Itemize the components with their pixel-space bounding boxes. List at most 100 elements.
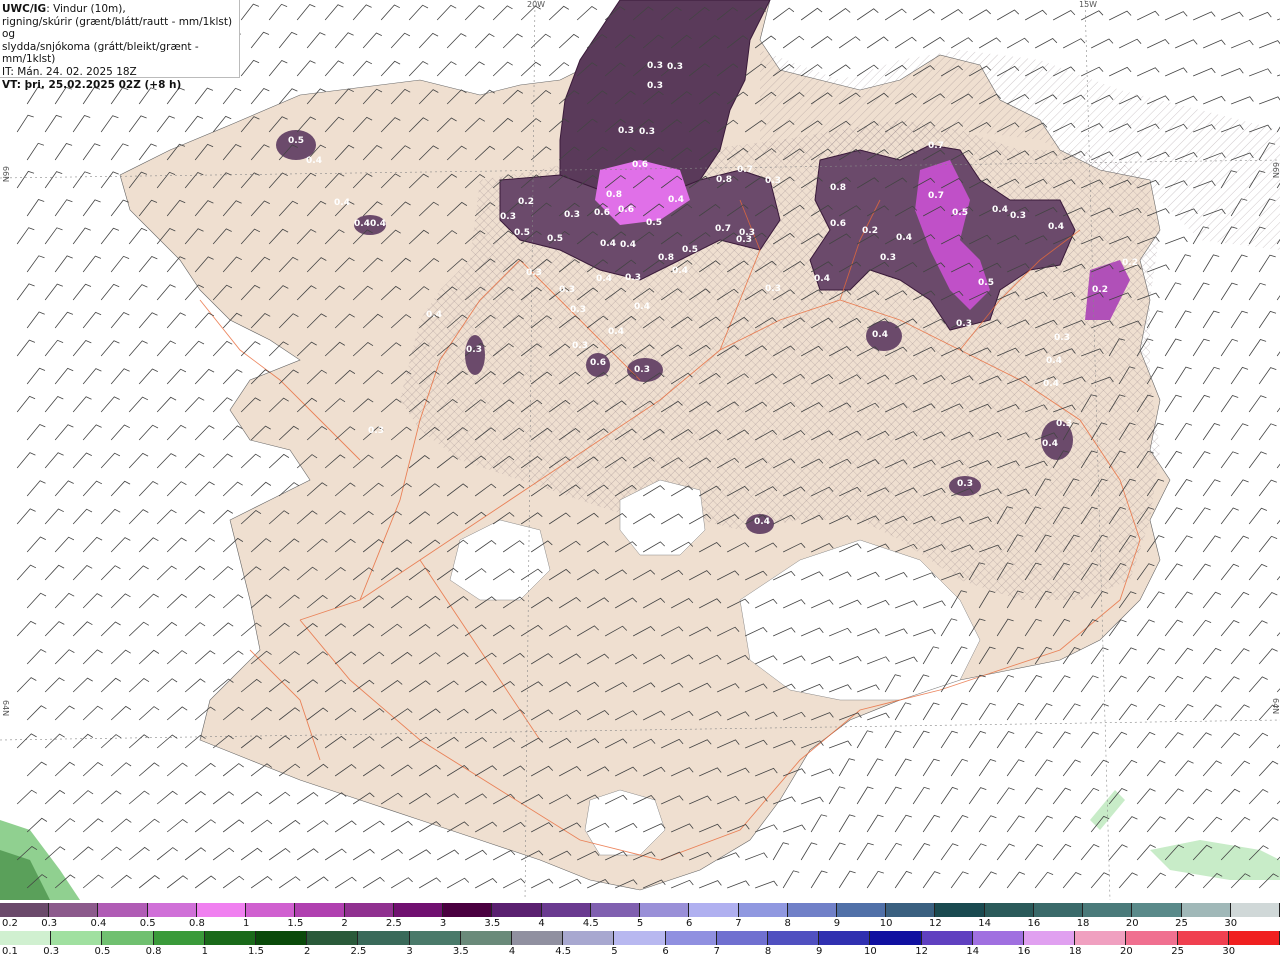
legend-color-cell — [492, 903, 542, 917]
legend-color-cell — [738, 903, 788, 917]
legend-color-cell — [153, 931, 205, 945]
legend-color-cell — [972, 931, 1025, 945]
legend-tick-label: 20 — [1125, 918, 1139, 929]
legend-color-cell — [768, 931, 820, 945]
precip-value-label: 0.2 — [1092, 285, 1108, 295]
precip-value-label: 0.3 — [625, 273, 641, 283]
legend-color-cell — [984, 903, 1034, 917]
precip-value-label: 0.8 — [716, 175, 732, 185]
legend-color-cell — [196, 903, 247, 917]
precip-value-label: 0.4 — [600, 239, 616, 249]
precip-value-label: 0.4 — [334, 198, 350, 208]
rain-green-se — [1150, 840, 1280, 880]
legend-tick-label: 4.5 — [582, 918, 599, 929]
legend-tick-label: 2 — [304, 946, 311, 957]
precip-value-label: 0.4 — [596, 274, 612, 284]
legend-tick-label: 3.5 — [452, 946, 469, 957]
precip-value-label: 0.4 — [354, 219, 370, 229]
precip-value-label: 0.3 — [736, 235, 752, 245]
precip-value-label: 0.3 — [618, 126, 634, 136]
weather-map[interactable]: 0.3 0.3 0.3 0.3 0.3 0.5 0.4 0.4 0.4 0.4 0.2 0.3 0.3 0… — [0, 0, 1280, 900]
legend-tick-label: 20 — [1120, 946, 1133, 957]
lat-label-64n-right: 64N — [1271, 698, 1280, 715]
legend-tick-label: 6 — [686, 918, 693, 929]
precip-value-label: 0.5 — [646, 218, 662, 228]
legend-color-cell — [1033, 903, 1084, 917]
legend-color-cell — [1177, 931, 1229, 945]
map-header-legend: UWC/IG: Vindur (10m), rigning/skúrir (gr… — [0, 0, 240, 91]
legend-tick-label: 9 — [816, 946, 823, 957]
legend-tick-label: 14 — [978, 918, 991, 929]
legend-tick-label: 0.2 — [2, 918, 18, 929]
precip-value-label: 0.4 — [1048, 222, 1064, 232]
legend-tick-label: 4.5 — [555, 946, 572, 957]
precip-value-label: 0.4 — [620, 240, 636, 250]
legend-tick-label: 16 — [1027, 918, 1041, 929]
precip-value-label: 0.3 — [634, 365, 650, 375]
legend-tick-label: 5 — [611, 946, 618, 957]
header-desc-3: slydda/snjókoma (grátt/bleikt/grænt - mm… — [2, 40, 199, 66]
precip-value-label: 0.3 — [765, 176, 781, 186]
precip-value-label: 0.4 — [872, 330, 888, 340]
precip-value-label: 0.3 — [956, 319, 972, 329]
legend-color-cell — [393, 903, 444, 917]
precip-value-label: 0.3 — [667, 62, 683, 72]
lat-label-64n-left: 64N — [1, 700, 10, 717]
legend-color-cell — [460, 931, 513, 945]
legend-color-cell — [541, 903, 591, 917]
legend-color-cell — [1228, 931, 1280, 945]
initial-time: IT: Mán. 24. 02. 2025 18Z — [2, 65, 137, 78]
precip-value-label: 0.5 — [952, 208, 968, 218]
legend-tick-label: 18 — [1068, 946, 1082, 957]
precip-value-label: 0.7 — [928, 191, 944, 201]
lon-label-15w: 15W — [1079, 0, 1098, 9]
legend-tick-label: 2.5 — [385, 918, 402, 929]
precip-value-label: 0.5 — [514, 228, 530, 238]
precip-value-label: 0.4 — [672, 266, 688, 276]
precip-value-label: 0.8 — [830, 183, 846, 193]
precip-value-label: 0.6 — [830, 219, 846, 229]
precip-value-label: 0.3 — [572, 341, 588, 351]
rain-scale-ticks: 0.1 0.3 0.5 0.8 1 1.5 2 2.5 3 3.5 4 4.5 5 6 7 8 9 10 12 14 1… — [0, 946, 1280, 959]
precip-value-label: 0.8 — [658, 253, 674, 263]
legend-color-cell — [640, 903, 690, 917]
precip-value-label: 0.3 — [559, 285, 575, 295]
precip-value-label: 0.3 — [570, 305, 586, 315]
precip-value-label: 0.3 — [368, 426, 384, 436]
legend-color-cell — [344, 903, 394, 917]
precip-value-label: 0.3 — [957, 479, 973, 489]
legend-color-cell — [787, 903, 837, 917]
legend-color-cell — [614, 931, 666, 945]
precip-value-label: 0.4 — [668, 195, 684, 205]
legend-tick-label: 8 — [784, 918, 791, 929]
legend-tick-label: 1 — [242, 918, 250, 929]
lat-label-66n-right: 66N — [1271, 162, 1280, 179]
precip-value-label: 0.2 — [862, 226, 878, 236]
legend-tick-label: 0.4 — [90, 918, 107, 929]
legend-color-cell — [49, 903, 99, 917]
precip-value-label: 0.6 — [590, 358, 606, 368]
precip-value-label: 0.6 — [632, 160, 648, 170]
legend-tick-label: 1 — [201, 946, 208, 957]
legend-color-cell — [1230, 903, 1280, 917]
precip-value-label: 0.7 — [928, 141, 944, 151]
legend-tick-label: 16 — [1017, 946, 1031, 957]
legend-tick-label: 30 — [1224, 918, 1238, 929]
precip-value-label: 0.4 — [634, 302, 650, 312]
legend-tick-label: 25 — [1175, 918, 1188, 929]
snow-scale-ticks: 0.2 0.3 0.4 0.5 0.8 1 1.5 2 2.5 3 3.5 4 4.5 5 6 7 8 9 10 12… — [0, 918, 1280, 931]
precip-value-label: 0.3 — [647, 61, 663, 71]
legend-color-cell — [1075, 931, 1127, 945]
legend-tick-label: 0.3 — [41, 918, 58, 929]
precip-value-label: 0.3 — [1010, 211, 1026, 221]
legend-color-cell — [935, 903, 985, 917]
legend-color-cell — [0, 903, 50, 917]
precip-value-label: 0.4 — [608, 327, 624, 337]
precip-value-label: 0.3 — [466, 345, 482, 355]
legend-tick-label: 0.1 — [2, 946, 18, 957]
legend-tick-label: 9 — [833, 918, 841, 929]
legend-color-cell — [443, 903, 493, 917]
legend-tick-label: 25 — [1171, 946, 1184, 957]
legend-color-cell — [836, 903, 887, 917]
lon-label-20w: 20W — [527, 0, 546, 9]
